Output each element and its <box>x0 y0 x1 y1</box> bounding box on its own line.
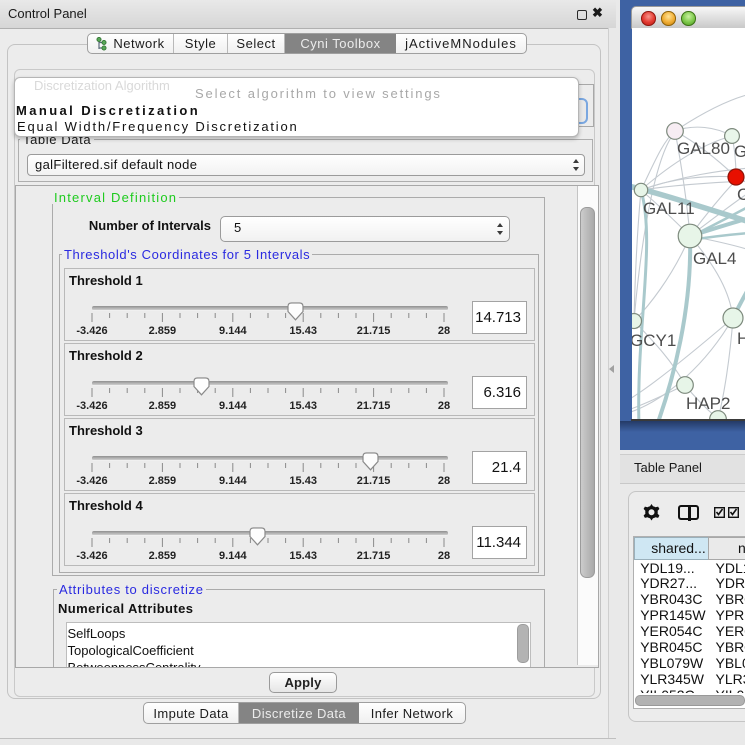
svg-text:GAL11: GAL11 <box>643 199 695 218</box>
svg-text:CDC2: CDC2 <box>737 185 745 204</box>
svg-text:HIS4: HIS4 <box>737 329 745 348</box>
svg-text:GCY1: GCY1 <box>632 331 676 350</box>
svg-text:GAL4: GAL4 <box>693 249 736 268</box>
svg-text:GAL3: GAL3 <box>734 142 745 161</box>
svg-text:HAP2: HAP2 <box>686 394 730 413</box>
svg-text:GAL80: GAL80 <box>677 139 730 158</box>
